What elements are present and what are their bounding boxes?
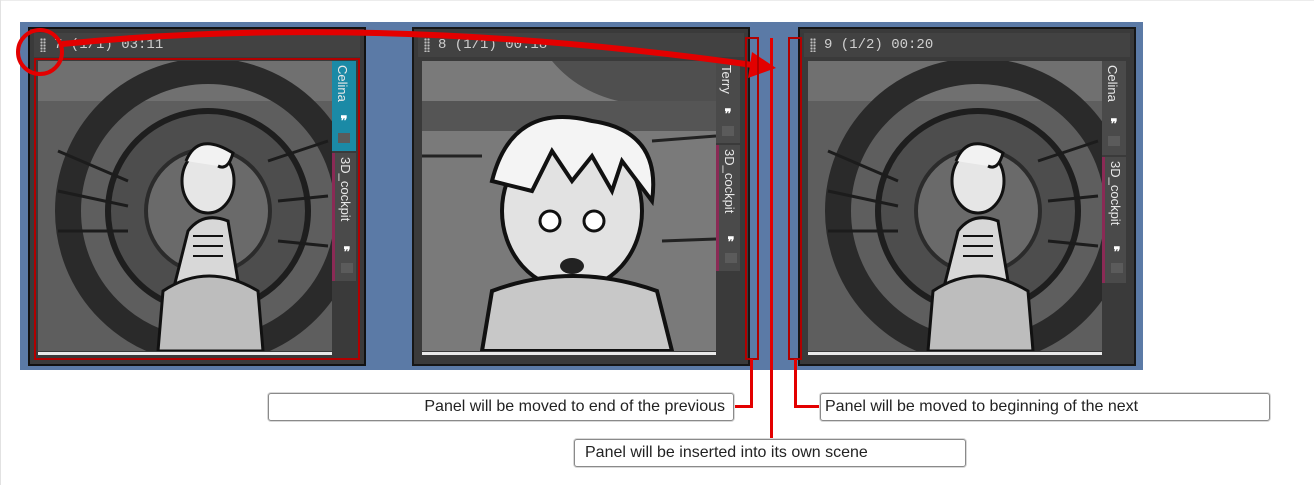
callout-end-of-previous: Panel will be moved to end of the previo…	[268, 393, 734, 421]
callout-text: Panel will be moved to end of the previo…	[424, 398, 725, 415]
callout-beginning-of-next: Panel will be moved to beginning of the …	[820, 393, 1270, 421]
leader-line-previous-h	[734, 405, 753, 408]
drag-path	[61, 29, 761, 69]
leader-line-next-h	[794, 405, 820, 408]
end-of-previous-zone	[745, 37, 759, 360]
leader-line-previous-v	[750, 359, 753, 408]
own-scene-line	[770, 38, 773, 442]
callout-text: Panel will be moved to beginning of the …	[825, 398, 1139, 415]
callout-own-scene: Panel will be inserted into its own scen…	[574, 439, 966, 467]
drag-start-circle	[16, 28, 64, 76]
callout-text: Panel will be inserted into its own scen…	[585, 444, 868, 461]
beginning-of-next-zone	[788, 37, 802, 360]
leader-line-next-v	[794, 359, 797, 408]
